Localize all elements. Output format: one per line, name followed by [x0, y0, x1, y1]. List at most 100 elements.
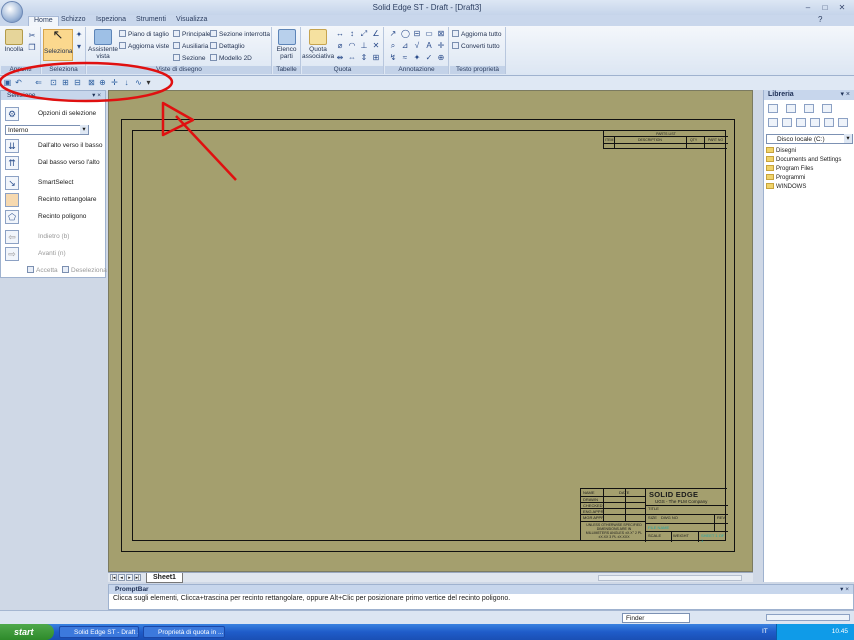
top-down-button[interactable]: ⇊ Dall'alto verso il basso — [1, 138, 107, 154]
finish-icon[interactable]: ≈ — [401, 54, 409, 62]
tab-strumenti[interactable]: Strumenti — [136, 16, 166, 23]
finder-input[interactable]: Finder — [622, 613, 690, 623]
quota-associativa-button[interactable]: Quota associativa — [302, 29, 334, 60]
application-button[interactable] — [1, 1, 23, 23]
avanti-button[interactable]: ⇨ Avanti (n) — [1, 246, 107, 262]
customize-icon[interactable]: ▾ — [144, 78, 153, 87]
folder-item[interactable]: Programmi — [766, 174, 805, 183]
back-icon[interactable]: ⇐ — [34, 78, 43, 87]
back-icon[interactable] — [768, 118, 778, 127]
tab-schizzo[interactable]: Schizzo — [61, 16, 86, 23]
prev-sheet-icon[interactable]: ◂ — [118, 574, 125, 581]
sheet-tab[interactable]: Sheet1 — [146, 573, 183, 583]
converti-tutto-button[interactable]: Converti tutto — [452, 42, 500, 50]
dimension-icon[interactable]: ⊥ — [360, 42, 368, 50]
dimension-icon[interactable]: ↕ — [348, 30, 356, 38]
incolla-button[interactable]: Incolla — [3, 29, 25, 53]
close-icon[interactable]: ▾ × — [840, 585, 849, 594]
assistente-vista-button[interactable]: Assistente vista — [88, 29, 118, 60]
pin-icon[interactable]: ▾ × — [840, 90, 850, 100]
folder-item[interactable]: Documents and Settings — [766, 156, 841, 165]
opzioni-selezione-button[interactable]: ⚙ Opzioni di selezione — [1, 106, 107, 122]
balloon-icon[interactable]: ◯ — [401, 30, 410, 38]
elenco-parti-button[interactable]: Elenco parti — [274, 29, 299, 60]
snap-icon[interactable]: ✛ — [110, 78, 119, 87]
leader-icon[interactable]: ↗ — [389, 30, 397, 38]
toolbar-icon[interactable] — [804, 104, 814, 113]
dimension-icon[interactable]: ✕ — [372, 42, 380, 50]
save-icon[interactable]: ▣ — [3, 78, 12, 87]
aggiorna-tutto-button[interactable]: Aggiorna tutto — [452, 30, 501, 38]
view-icon[interactable] — [838, 118, 848, 127]
deseleziona-button[interactable]: Deseleziona — [62, 266, 107, 274]
dimension-icon[interactable]: ◠ — [348, 42, 356, 50]
view-icon[interactable]: ⊠ — [87, 78, 96, 87]
feature-icon[interactable]: ▭ — [425, 30, 433, 38]
cut-icon[interactable]: ✂ — [28, 32, 36, 40]
pan-icon[interactable]: ⊟ — [73, 78, 82, 87]
horizontal-scrollbar[interactable] — [598, 575, 742, 581]
center-mark-icon[interactable]: ✛ — [437, 42, 445, 50]
dimension-icon[interactable]: ⤢ — [360, 30, 368, 38]
pin-icon[interactable]: ▾ × — [92, 91, 101, 100]
bolt-icon[interactable]: ⊕ — [437, 54, 445, 62]
datum-icon[interactable]: ⊠ — [437, 30, 445, 38]
selection-mode-select[interactable]: Interno — [5, 125, 89, 135]
folder-item[interactable]: Program Files — [766, 165, 813, 174]
sezione-button[interactable]: Sezione — [173, 54, 206, 62]
start-button[interactable]: start — [0, 624, 54, 640]
accetta-button[interactable]: Accetta — [27, 266, 58, 274]
piano-taglio-button[interactable]: Piano di taglio — [119, 30, 169, 38]
drawing-canvas[interactable]: PARTS LIST ITEM DESCRIPTION QTY PART NO … — [108, 90, 753, 572]
dimension-icon[interactable]: ↔ — [336, 30, 344, 38]
polygon-fence-button[interactable]: ⬠ Recinto poligono — [1, 209, 107, 225]
ausiliaria-button[interactable]: Ausiliaria — [173, 42, 208, 50]
tab-ispeziona[interactable]: Ispeziona — [96, 16, 126, 23]
dimension-icon[interactable]: ⇕ — [360, 54, 368, 62]
bottom-up-button[interactable]: ⇈ Dal basso verso l'alto — [1, 155, 107, 171]
intellisketch-icon[interactable]: ∿ — [134, 78, 143, 87]
folder-item[interactable]: Disegni — [766, 147, 796, 156]
surface-icon[interactable]: √ — [413, 42, 421, 50]
first-sheet-icon[interactable]: |◂ — [110, 574, 117, 581]
dimension-icon[interactable]: ∠ — [372, 30, 380, 38]
symbol-icon[interactable]: ✦ — [413, 54, 421, 62]
dimension-icon[interactable]: ⇔ — [348, 54, 356, 62]
grid-icon[interactable]: ↓ — [122, 78, 131, 87]
up-icon[interactable] — [796, 118, 806, 127]
select-filter-icon[interactable]: ▾ — [75, 43, 83, 51]
toolbar-icon[interactable] — [768, 104, 778, 113]
search-icon[interactable]: ⌕ — [389, 42, 397, 50]
dimension-icon[interactable]: ⇹ — [336, 54, 344, 62]
drive-select[interactable]: Disco locale (C:) — [766, 134, 853, 144]
modello-2d-button[interactable]: Modello 2D — [210, 54, 252, 62]
zoom-icon[interactable]: ⊡ — [49, 78, 58, 87]
copy-icon[interactable]: ❐ — [28, 44, 36, 52]
sezione-interrotta-button[interactable]: Sezione interrotta — [210, 30, 270, 38]
next-sheet-icon[interactable]: ▸ — [126, 574, 133, 581]
principale-button[interactable]: Principale — [173, 30, 211, 38]
aggiorna-viste-button[interactable]: Aggiorna viste — [119, 42, 169, 50]
dimension-icon[interactable]: ⊞ — [372, 54, 380, 62]
close-icon[interactable]: ✕ — [834, 2, 850, 13]
dimension-icon[interactable]: ⌀ — [336, 42, 344, 50]
language-indicator[interactable]: IT — [762, 628, 768, 635]
dettaglio-button[interactable]: Dettaglio — [210, 42, 245, 50]
minimize-icon[interactable]: – — [800, 2, 816, 13]
zoom-slider[interactable] — [766, 614, 850, 621]
undo-icon[interactable]: ↶ — [14, 78, 23, 87]
grid-icon[interactable]: ⊟ — [413, 30, 421, 38]
toolbar-icon[interactable] — [822, 104, 832, 113]
forward-icon[interactable] — [782, 118, 792, 127]
smartselect-button[interactable]: ↘ SmartSelect — [1, 175, 107, 191]
select-tool-icon[interactable]: ✦ — [75, 31, 83, 39]
fit-icon[interactable]: ⊞ — [61, 78, 70, 87]
maximize-icon[interactable]: □ — [817, 2, 833, 13]
check-icon[interactable]: ✓ — [425, 54, 433, 62]
edge-icon[interactable]: ↯ — [389, 54, 397, 62]
rectangle-fence-button[interactable]: Recinto rettangolare — [1, 192, 107, 208]
tab-visualizza[interactable]: Visualizza — [176, 16, 207, 23]
indietro-button[interactable]: ⇦ Indietro (b) — [1, 229, 107, 245]
text-icon[interactable]: A — [425, 42, 433, 50]
help-icon[interactable]: ? — [818, 15, 822, 24]
